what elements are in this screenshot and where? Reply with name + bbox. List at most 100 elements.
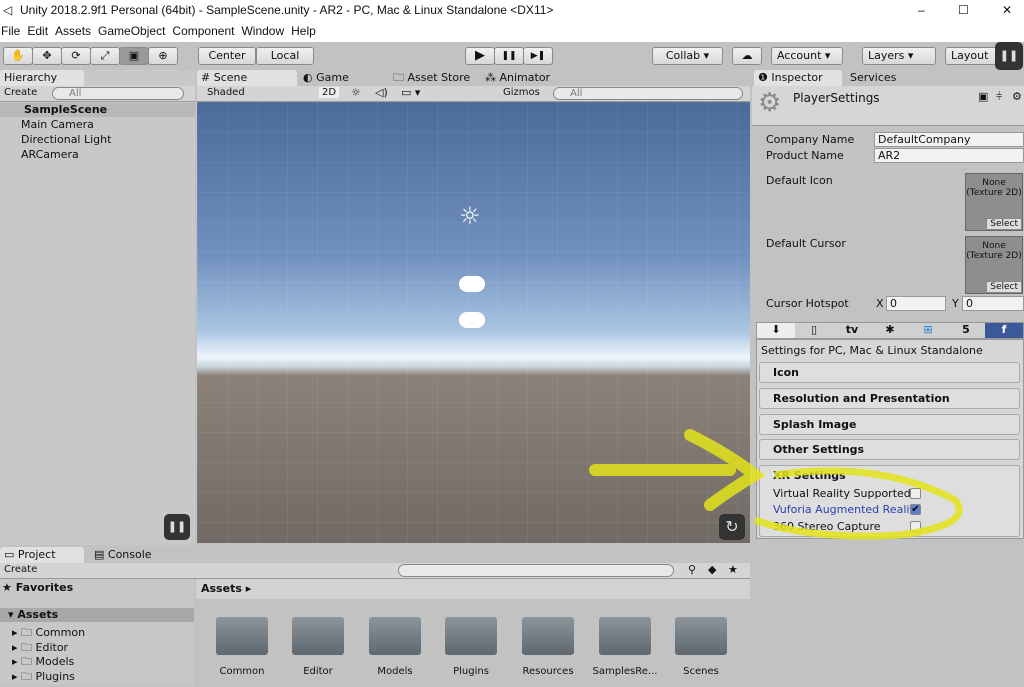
platform-tab-standalone-icon[interactable]: ⬇ [757,323,795,338]
hierarchy-item[interactable]: Directional Light [21,133,111,146]
platform-tab-windows-icon[interactable]: ⊞ [909,323,947,338]
default-cursor-field[interactable]: None (Texture 2D) Select [965,236,1023,294]
tree-item[interactable]: ▸ 🗀 Plugins [12,668,75,687]
section-resolution[interactable]: Resolution and Presentation [759,388,1020,409]
folder-icon[interactable] [521,615,575,655]
filter-type-icon[interactable]: ⚲ [688,563,696,576]
default-icon-field[interactable]: None (Texture 2D) Select [965,173,1023,231]
lighting-toggle-icon[interactable]: ☼ [351,86,361,99]
tab-project[interactable]: ▭ Project [0,547,84,563]
folder-icon[interactable] [215,615,269,655]
hotspot-x-input[interactable]: 0 [886,296,946,311]
scene-root[interactable]: SampleScene [0,103,195,117]
menu-help[interactable]: Help [291,20,323,42]
effects-toggle-icon[interactable]: ▭ ▾ [401,86,420,99]
pause-button[interactable]: ❚❚ [494,47,524,65]
product-name-input[interactable]: AR2 [874,148,1024,163]
folder-label[interactable]: Models [357,666,433,677]
menu-component[interactable]: Component [172,20,241,42]
camera-gizmo-icon[interactable] [459,276,485,292]
folder-label[interactable]: SamplesRe... [587,666,663,677]
tab-asset-store[interactable]: 🗀 Asset Store [389,70,479,86]
2d-toggle[interactable]: 2D [319,87,340,98]
folder-label[interactable]: Editor [280,666,356,677]
menu-assets[interactable]: Assets [55,20,98,42]
select-button[interactable]: Select [986,281,1022,293]
menu-file[interactable]: File [0,20,27,42]
collab-button[interactable]: Collab ▾ [652,47,723,65]
folder-label[interactable]: Common [204,666,280,677]
create-dropdown[interactable]: Create [4,564,37,575]
platform-tab-ios-icon[interactable]: ▯ [795,323,833,338]
play-button[interactable]: ▶ [465,47,495,65]
maximize-button[interactable]: ☐ [958,0,969,20]
folder-icon[interactable] [444,615,498,655]
folder-label[interactable]: Resources [510,666,586,677]
account-dropdown[interactable]: Account ▾ [771,47,843,65]
rotate-tool-icon[interactable]: ⟳ [61,47,91,65]
scene-search-input[interactable]: All [553,87,743,100]
tab-animator[interactable]: ⁂ Animator [481,70,571,86]
scale-tool-icon[interactable]: ⤢ [90,47,120,65]
platform-tab-facebook-icon[interactable]: f [985,323,1023,338]
folder-icon[interactable] [368,615,422,655]
platform-tab-android-icon[interactable]: ✱ [871,323,909,338]
folder-label[interactable]: Plugins [433,666,509,677]
folder-icon[interactable] [674,615,728,655]
platform-tab-webgl-icon[interactable]: 5 [947,323,985,338]
menu-edit[interactable]: Edit [27,20,55,42]
platform-tabs: ⬇ ▯ tv ✱ ⊞ 5 f [756,322,1024,339]
favorites-label: Favorites [15,581,74,594]
step-button[interactable]: ▶❚ [523,47,553,65]
hierarchy-item[interactable]: ARCamera [21,148,79,161]
presets-icon[interactable]: ⫩ [996,90,1002,104]
project-breadcrumb[interactable]: Assets ▸ [196,579,750,599]
move-tool-icon[interactable]: ✥ [32,47,62,65]
menu-gameobject[interactable]: GameObject [98,20,172,42]
component-menu-icon[interactable]: ⚙ [1012,90,1022,103]
platform-tab-tvos-icon[interactable]: tv [833,323,871,338]
favorites-item[interactable]: ★ Favorites [2,581,73,594]
assets-root-item[interactable]: ▾ Assets [0,608,194,622]
section-icon[interactable]: Icon [759,362,1020,383]
menu-window[interactable]: Window [241,20,291,42]
tab-scene[interactable]: # Scene [197,70,297,86]
tab-inspector[interactable]: ❶ Inspector [754,70,842,86]
folder-icon[interactable] [598,615,652,655]
project-search-input[interactable] [398,564,674,577]
tab-services[interactable]: Services [846,70,926,86]
company-name-input[interactable]: DefaultCompany [874,132,1024,147]
directional-light-icon[interactable]: ☼ [459,202,481,230]
close-button[interactable]: ✕ [1002,0,1012,20]
hotspot-y-input[interactable]: 0 [962,296,1024,311]
folder-label[interactable]: Scenes [663,666,739,677]
tab-game-label: Game [316,71,349,84]
filter-label-icon[interactable]: ◆ [708,563,716,576]
camera-gizmo-icon[interactable] [459,312,485,328]
pivot-local-button[interactable]: Local [256,47,314,65]
help-book-icon[interactable]: ▣ [978,90,988,103]
shading-dropdown[interactable]: Shaded [207,87,245,98]
audio-toggle-icon[interactable]: ◁) [375,86,388,99]
main-toolbar: ✋ ✥ ⟳ ⤢ ▣ ⊕ Center Local ▶ ❚❚ ▶❚ Collab … [0,42,1024,70]
hand-tool-icon[interactable]: ✋ [3,47,33,65]
folder-icon[interactable] [291,615,345,655]
select-button[interactable]: Select [986,218,1022,230]
hierarchy-item[interactable]: Main Camera [21,118,94,131]
minimize-button[interactable]: – [918,0,925,20]
layers-dropdown[interactable]: Layers ▾ [862,47,936,65]
tab-console[interactable]: ▤ Console [90,547,174,563]
settings-gear-icon: ⚙ [758,88,782,118]
tab-game[interactable]: ◐ Game [299,70,389,86]
transform-tool-icon[interactable]: ⊕ [148,47,178,65]
layers-label: Layers [868,49,905,62]
scene-toolbar: Shaded 2D ☼ ◁) ▭ ▾ Gizmos All [197,86,750,102]
rect-tool-icon[interactable]: ▣ [119,47,149,65]
pivot-center-button[interactable]: Center [198,47,256,65]
gizmos-dropdown[interactable]: Gizmos [503,87,540,98]
create-dropdown[interactable]: Create [4,87,37,98]
cloud-icon[interactable]: ☁ [732,47,762,65]
hierarchy-search-input[interactable]: All [52,87,184,100]
favorite-star-icon[interactable]: ★ [728,563,738,576]
tab-hierarchy[interactable]: Hierarchy [0,70,84,86]
